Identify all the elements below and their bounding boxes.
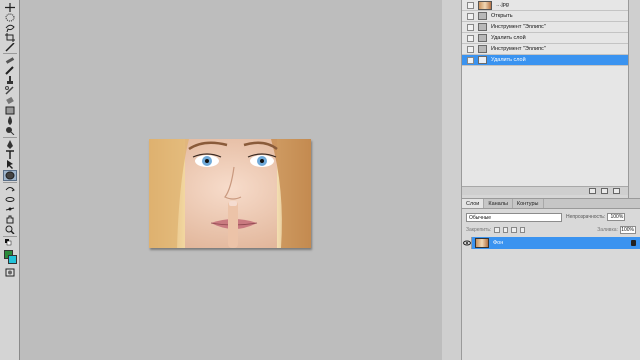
history-checkbox[interactable] <box>467 45 474 53</box>
history-item[interactable]: Открыть <box>462 11 628 22</box>
marquee-tool-icon[interactable] <box>4 13 16 22</box>
canvas-area[interactable] <box>20 0 442 360</box>
blur-tool-icon[interactable] <box>4 116 16 125</box>
default-colors-icon[interactable] <box>4 239 16 248</box>
move-tool-icon[interactable] <box>4 3 16 12</box>
history-state-icon <box>478 34 487 42</box>
fill-field[interactable]: 100% <box>619 226 636 234</box>
3d-orbit-tool-icon[interactable] <box>4 195 16 204</box>
history-checkbox[interactable] <box>467 34 474 42</box>
blend-mode-select[interactable]: Обычные <box>466 212 562 222</box>
new-document-from-state-icon[interactable] <box>589 188 596 194</box>
snapshot-label: …jpg <box>496 2 509 8</box>
lock-label: Закрепить: <box>466 227 492 233</box>
3d-rotate-tool-icon[interactable] <box>4 185 16 194</box>
collapsed-panel-strip <box>442 0 462 360</box>
eraser-tool-icon[interactable] <box>4 96 16 105</box>
history-item-label: Открыть <box>491 13 513 19</box>
history-item-label: Инструмент "Эллипс" <box>491 24 546 30</box>
layer-thumbnail <box>475 238 489 248</box>
snapshot-checkbox[interactable] <box>467 1 474 9</box>
brush-tool-icon[interactable] <box>4 66 16 75</box>
history-checkbox[interactable] <box>467 12 474 20</box>
history-item-label: Удалить слой <box>491 57 526 63</box>
history-item-label: Удалить слой <box>491 35 526 41</box>
portrait-photo <box>149 139 311 248</box>
path-selection-tool-icon[interactable] <box>4 160 16 169</box>
new-snapshot-icon[interactable] <box>601 188 608 194</box>
history-item[interactable]: Удалить слой <box>462 33 628 44</box>
blend-row: Обычные Непрозрачность: 100% <box>466 212 636 222</box>
lock-position-icon[interactable] <box>511 227 517 233</box>
history-scrollbar[interactable] <box>628 0 640 198</box>
hand-tool-icon[interactable] <box>4 215 16 224</box>
history-snapshot[interactable]: …jpg <box>462 0 628 11</box>
layers-panel-tabs: Слои Каналы Контуры <box>462 199 640 209</box>
tab-channels[interactable]: Каналы <box>484 199 513 208</box>
3d-pan-tool-icon[interactable] <box>4 205 16 214</box>
history-panel-footer <box>462 186 628 195</box>
eyedropper-tool-icon[interactable] <box>4 43 16 52</box>
clone-stamp-tool-icon[interactable] <box>4 76 16 85</box>
dodge-tool-icon[interactable] <box>4 126 16 135</box>
history-item-label: Инструмент "Эллипс" <box>491 46 546 52</box>
history-state-icon <box>478 23 487 31</box>
history-state-icon <box>478 12 487 20</box>
healing-brush-tool-icon[interactable] <box>4 56 16 65</box>
document-image[interactable] <box>149 139 311 248</box>
snapshot-thumbnail <box>478 0 492 10</box>
history-checkbox[interactable] <box>467 23 474 31</box>
lock-transparent-icon[interactable] <box>494 227 500 233</box>
lock-pixels-icon[interactable] <box>502 227 509 233</box>
trash-icon[interactable] <box>613 188 620 194</box>
layer-row[interactable]: Фон <box>462 237 640 249</box>
history-checkbox[interactable] <box>467 56 474 64</box>
opacity-field[interactable]: 100% <box>607 213 626 221</box>
history-brush-tool-icon[interactable] <box>4 86 16 95</box>
tab-paths[interactable]: Контуры <box>513 199 544 208</box>
history-panel: …jpg Открыть Инструмент "Эллипс" Удалить… <box>462 0 628 192</box>
pen-tool-icon[interactable] <box>4 140 16 149</box>
lock-icon <box>631 240 636 246</box>
toolbox <box>0 0 20 360</box>
history-item-active[interactable]: Удалить слой <box>462 55 628 66</box>
quick-mask-icon[interactable] <box>4 268 16 277</box>
history-state-icon <box>478 45 487 53</box>
layer-name: Фон <box>493 240 504 246</box>
photoshop-window: …jpg Открыть Инструмент "Эллипс" Удалить… <box>0 0 640 360</box>
tab-layers[interactable]: Слои <box>462 199 485 208</box>
fill-label: Заливка: <box>597 227 618 233</box>
ellipse-tool-icon[interactable] <box>3 170 17 181</box>
gradient-tool-icon[interactable] <box>4 106 16 115</box>
history-item[interactable]: Инструмент "Эллипс" <box>462 44 628 55</box>
crop-tool-icon[interactable] <box>4 33 16 42</box>
opacity-label: Непрозрачность: <box>566 214 606 220</box>
lock-row: Закрепить: Заливка: 100% <box>466 225 636 235</box>
layers-panel: Слои Каналы Контуры Обычные Непрозрачнос… <box>462 198 640 360</box>
type-tool-icon[interactable] <box>4 150 16 159</box>
visibility-eye-icon[interactable] <box>462 237 472 249</box>
lock-all-icon[interactable] <box>519 227 526 233</box>
history-state-icon <box>478 56 487 64</box>
zoom-tool-icon[interactable] <box>4 225 16 234</box>
lasso-tool-icon[interactable] <box>4 23 16 32</box>
background-color-swatch[interactable] <box>8 255 17 264</box>
history-item[interactable]: Инструмент "Эллипс" <box>462 22 628 33</box>
